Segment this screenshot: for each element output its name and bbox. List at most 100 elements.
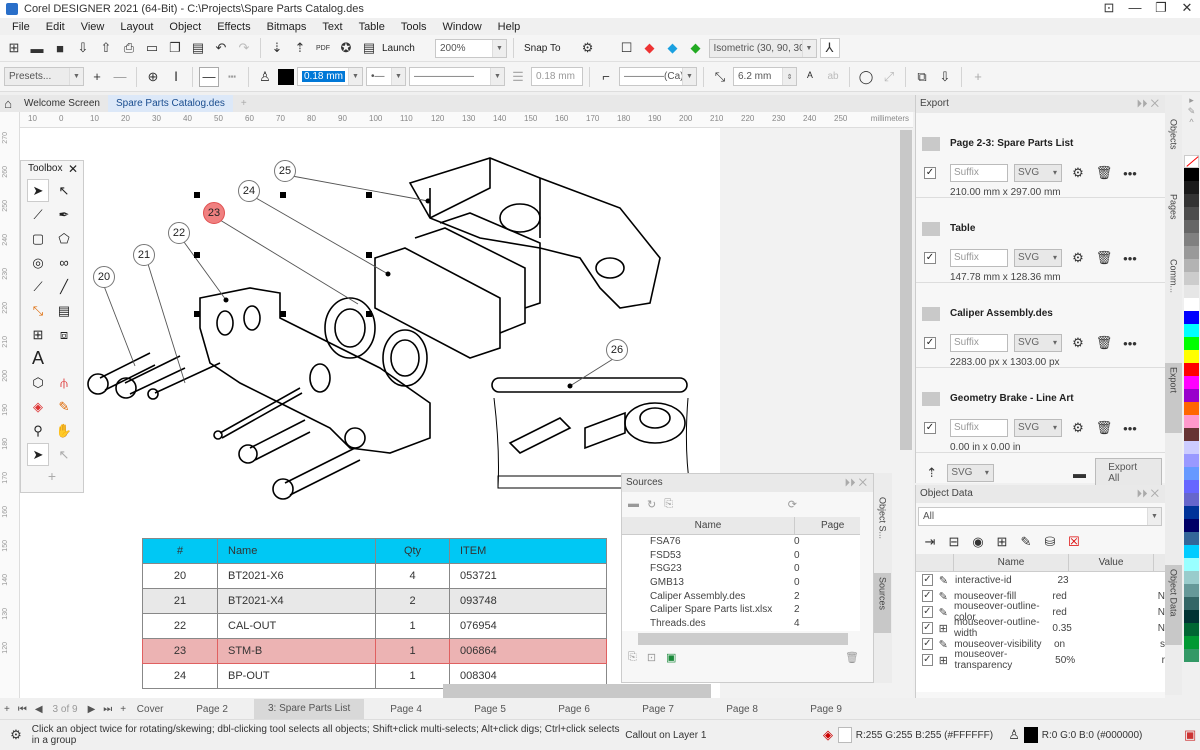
- color-swatch[interactable]: [1184, 298, 1199, 311]
- connector-tool-icon[interactable]: ╱: [53, 275, 75, 298]
- suffix-input[interactable]: Suffix: [950, 164, 1008, 182]
- launch-button[interactable]: Launch: [382, 43, 432, 54]
- restore-button[interactable]: ❐: [1148, 0, 1174, 18]
- tab-sources[interactable]: Sources: [874, 573, 891, 633]
- col-field-value[interactable]: Value: [1069, 554, 1154, 571]
- color-swatch[interactable]: [1184, 415, 1199, 428]
- object-data-row[interactable]: ✓ ✎ interactive-id 23: [916, 572, 1165, 588]
- outline-swatch[interactable]: [1023, 727, 1038, 743]
- add-page-after-icon[interactable]: +: [116, 704, 130, 715]
- page-tab-9[interactable]: Page 9: [784, 704, 868, 715]
- export-item-checkbox[interactable]: ✓: [924, 167, 936, 179]
- field-checkbox[interactable]: ✓: [922, 638, 933, 650]
- line-style-combo[interactable]: —————— ▼: [409, 67, 505, 86]
- callout-tool-icon[interactable]: ⫛: [53, 371, 75, 394]
- no-color-swatch[interactable]: [1184, 155, 1199, 168]
- col-field-name[interactable]: Name: [954, 554, 1069, 571]
- connector-icon[interactable]: ⌐: [596, 67, 616, 87]
- page-tab-8[interactable]: Page 8: [700, 704, 784, 715]
- color-swatch[interactable]: [1184, 376, 1199, 389]
- cloud-download-icon[interactable]: ⇩: [73, 38, 93, 58]
- color-swatch[interactable]: [1184, 558, 1199, 571]
- cut-icon[interactable]: ▭: [142, 38, 162, 58]
- export-all-button[interactable]: Export All: [1095, 458, 1163, 488]
- callout-26[interactable]: 26: [606, 339, 628, 361]
- projected-ellipse-icon[interactable]: ∞: [53, 251, 75, 274]
- menu-tools[interactable]: Tools: [393, 21, 435, 33]
- next-page-icon[interactable]: ▶: [84, 704, 100, 715]
- save-icon[interactable]: ■: [50, 38, 70, 58]
- page-tab-2[interactable]: Page 2: [170, 704, 254, 715]
- color-swatch[interactable]: [1184, 610, 1199, 623]
- projection-combo[interactable]: Isometric (30, 90, 30) ▼: [708, 38, 817, 58]
- zoom-level-combo[interactable]: 200% ▼: [435, 38, 507, 58]
- pick-tool-icon[interactable]: ➤: [27, 179, 49, 202]
- delete-export-icon[interactable]: 🗑: [1094, 333, 1114, 353]
- color-swatch[interactable]: [1184, 220, 1199, 233]
- presets-combo[interactable]: Presets... ▼: [4, 67, 84, 86]
- color-swatch[interactable]: [1184, 233, 1199, 246]
- open-source-icon[interactable]: ▬: [628, 498, 639, 511]
- remove-preset-icon[interactable]: —: [110, 67, 130, 87]
- more-options-icon[interactable]: •••: [1120, 418, 1140, 438]
- sources-hscrollbar[interactable]: [638, 633, 848, 645]
- user-icon[interactable]: ⊡: [1096, 0, 1122, 18]
- color-swatch[interactable]: [1184, 194, 1199, 207]
- menu-table[interactable]: Table: [351, 21, 393, 33]
- toolbox-header[interactable]: Toolbox ✕: [21, 161, 83, 177]
- panel-controls[interactable]: ⏵⏵ ✕: [1137, 485, 1159, 503]
- snap-to-button[interactable]: Snap To: [520, 43, 575, 54]
- smart-line-icon[interactable]: ⤡: [27, 299, 49, 322]
- dimension-tool-icon[interactable]: ⟋: [27, 275, 49, 298]
- delete-export-icon[interactable]: 🗑: [1094, 163, 1114, 183]
- paste-icon[interactable]: ▤: [188, 38, 208, 58]
- pen-icon[interactable]: ♙: [255, 67, 275, 87]
- callout-24[interactable]: 24: [238, 180, 260, 202]
- isometric-left-icon[interactable]: ◆: [663, 38, 683, 58]
- parts-table[interactable]: # Name Qty ITEM 20 BT2021-X6 4 053721 21 BT2…: [142, 538, 607, 689]
- menu-edit[interactable]: Edit: [38, 21, 73, 33]
- tab-export[interactable]: Export: [1165, 363, 1182, 433]
- tab-object-styles[interactable]: Object S...: [874, 493, 891, 563]
- color-swatch[interactable]: [1184, 467, 1199, 480]
- eyedropper-icon[interactable]: ✎: [53, 395, 75, 418]
- source-list-item[interactable]: FSA76 0: [622, 535, 860, 549]
- color-swatch[interactable]: [1184, 493, 1199, 506]
- object-data-row[interactable]: ✓ ⊞ mouseover-outline-width 0.35 N: [916, 617, 1165, 639]
- color-swatch[interactable]: [1184, 532, 1199, 545]
- color-swatch[interactable]: [1184, 259, 1199, 272]
- isometric-right-icon[interactable]: ◆: [686, 38, 706, 58]
- tab-comments[interactable]: Comm...: [1165, 255, 1182, 315]
- add-tool-button[interactable]: +: [21, 468, 83, 484]
- color-swatch[interactable]: [1184, 441, 1199, 454]
- color-swatch[interactable]: [1184, 545, 1199, 558]
- text-settings-icon[interactable]: ᴬ: [800, 67, 820, 87]
- export-item-checkbox[interactable]: ✓: [924, 422, 936, 434]
- color-swatch[interactable]: [1184, 207, 1199, 220]
- dashed-line-icon[interactable]: ┅: [222, 67, 242, 87]
- color-swatch[interactable]: [1184, 506, 1199, 519]
- outline-width-input[interactable]: 0.18 mm ▼: [297, 67, 363, 86]
- col-source-name[interactable]: Name: [622, 517, 795, 534]
- redo-icon[interactable]: ↷: [234, 38, 254, 58]
- more-options-icon[interactable]: •••: [1120, 333, 1140, 353]
- page-tab-cover[interactable]: Cover: [130, 704, 170, 715]
- fill-swatch[interactable]: [837, 727, 852, 743]
- pen-tool-icon[interactable]: ✒: [53, 203, 75, 226]
- color-palette[interactable]: ▸ ✎ ^: [1183, 95, 1200, 700]
- callout-shape-combo[interactable]: ————(Ca)▼: [619, 67, 697, 86]
- export-item-checkbox[interactable]: ✓: [924, 252, 936, 264]
- delete-source-icon[interactable]: 🗑: [845, 651, 859, 664]
- panel-controls[interactable]: ⏵⏵ ✕: [845, 474, 867, 492]
- numbering-icon[interactable]: ⤢: [879, 67, 899, 87]
- prev-page-icon[interactable]: ◀: [31, 704, 47, 715]
- tab-welcome-screen[interactable]: Welcome Screen: [16, 95, 108, 112]
- color-swatch[interactable]: [1184, 623, 1199, 636]
- shape-icon[interactable]: ◯: [856, 67, 876, 87]
- page-tab-3-active[interactable]: 3: Spare Parts List: [254, 699, 365, 719]
- menu-file[interactable]: File: [4, 21, 38, 33]
- color-swatch[interactable]: [1184, 402, 1199, 415]
- line-tool-icon[interactable]: ⟋: [27, 203, 49, 226]
- vertical-ruler[interactable]: 270 260 250 240 230 220 210 200 190 180 170 160 150 1…: [0, 112, 20, 698]
- tab-pages[interactable]: Pages: [1165, 190, 1182, 250]
